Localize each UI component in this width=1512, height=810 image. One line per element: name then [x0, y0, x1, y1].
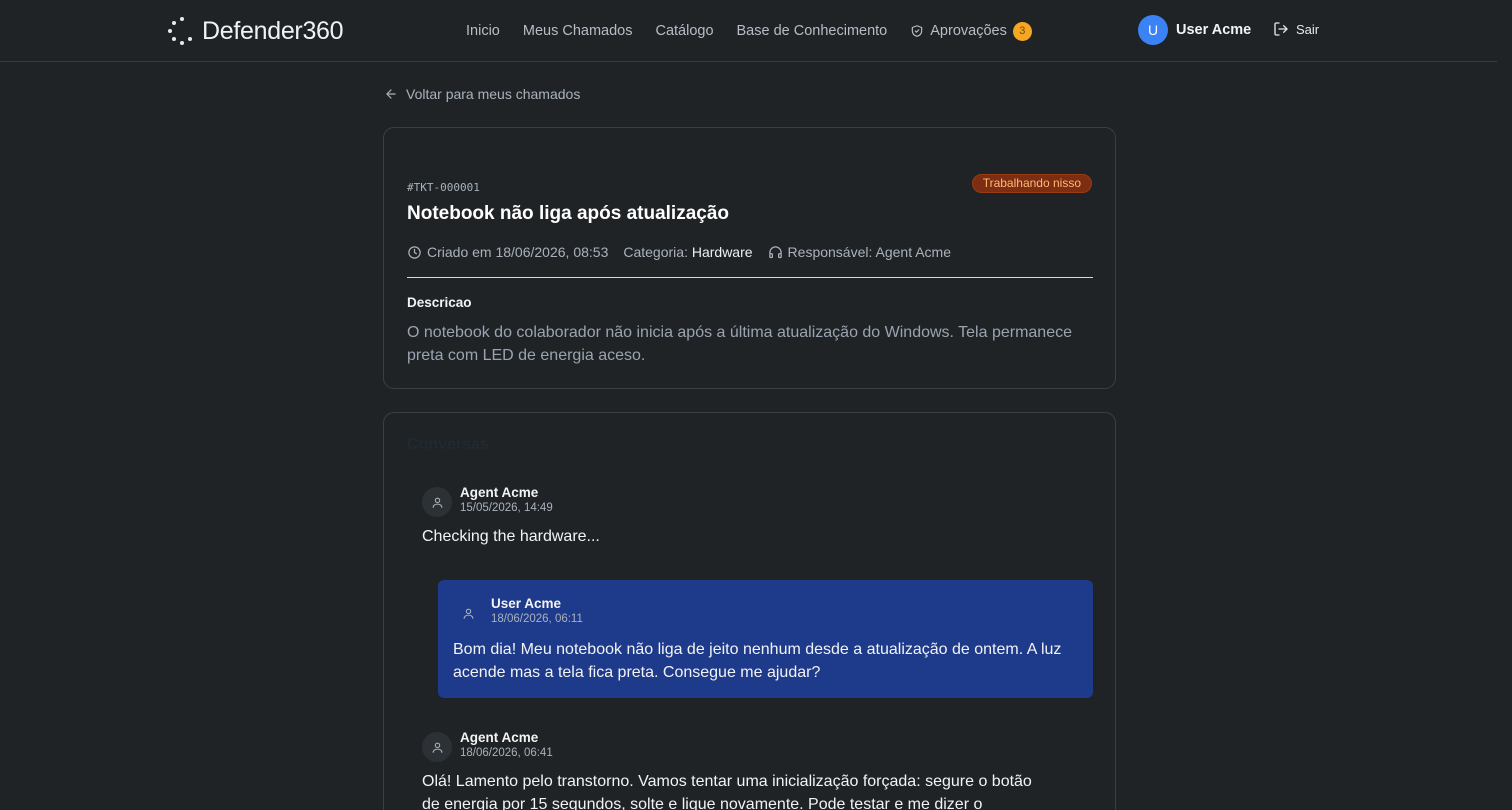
- nav-item-aprovacoes[interactable]: Aprovações 3: [910, 21, 1032, 41]
- top-navigation-bar: Defender360 Inicio Meus Chamados Catálog…: [0, 0, 1497, 62]
- message-author: Agent Acme: [460, 730, 539, 745]
- message-author: Agent Acme: [460, 485, 539, 500]
- headset-icon: [768, 245, 782, 258]
- message-text: Checking the hardware...: [422, 528, 600, 545]
- message-header: Agent Acme 15/05/2026, 14:49: [422, 485, 1062, 517]
- logo-dots-icon: [168, 17, 196, 45]
- main-nav: Inicio Meus Chamados Catálogo Base de Co…: [466, 0, 1055, 62]
- logout-icon: [1274, 22, 1288, 36]
- user-icon: [422, 732, 452, 762]
- user-name: User Acme: [1176, 22, 1252, 38]
- user-icon: [422, 487, 452, 517]
- ticket-id: #TKT-000001: [407, 181, 480, 194]
- ticket-description: O notebook do colaborador não inicia apó…: [407, 324, 1072, 364]
- brand-logo[interactable]: Defender360: [168, 14, 344, 48]
- conversation-card: Conversas Agent Acme 15/05/2026, 14:49 C…: [383, 412, 1116, 810]
- message-time: 18/06/2026, 06:11: [491, 613, 583, 625]
- ticket-assignee: Responsável: Agent Acme: [787, 244, 951, 260]
- nav-item-meus-chamados[interactable]: Meus Chamados: [523, 23, 633, 39]
- message-author: User Acme: [491, 596, 562, 611]
- arrow-left-icon: [386, 89, 396, 99]
- back-link-label: Voltar para meus chamados: [406, 86, 581, 102]
- ticket-created: Criado em 18/06/2026, 08:53: [427, 244, 609, 260]
- message-text: Bom dia! Meu notebook não liga de jeito …: [453, 641, 1062, 681]
- divider: [407, 277, 1093, 278]
- logout-label: Sair: [1296, 21, 1320, 37]
- description-heading: Descricao: [407, 295, 472, 310]
- nav-item-catalogo[interactable]: Catálogo: [655, 23, 713, 39]
- ticket-category-value: Hardware: [691, 244, 753, 260]
- shield-check-icon: [912, 25, 923, 37]
- user-menu[interactable]: U User Acme: [1138, 15, 1251, 45]
- message-time: 15/05/2026, 14:49: [460, 502, 553, 514]
- message-header: User Acme 18/06/2026, 06:11: [453, 596, 583, 628]
- clock-icon: [408, 245, 421, 259]
- message-time: 18/06/2026, 06:41: [460, 747, 553, 759]
- ticket-title: Notebook não liga após atualização: [407, 203, 730, 224]
- nav-item-base-conhecimento[interactable]: Base de Conhecimento: [737, 23, 888, 39]
- logout-button[interactable]: Sair: [1273, 21, 1319, 37]
- brand-name: Defender360: [202, 16, 344, 45]
- conversation-heading: Conversas: [407, 436, 489, 453]
- message-header: Agent Acme 18/06/2026, 06:41: [422, 730, 1062, 762]
- avatar: U: [1138, 15, 1168, 45]
- back-to-tickets-link[interactable]: Voltar para meus chamados: [384, 86, 580, 102]
- nav-item-inicio[interactable]: Inicio: [466, 23, 500, 39]
- user-icon: [453, 598, 483, 628]
- message-text: Olá! Lamento pelo transtorno. Vamos tent…: [422, 773, 1032, 810]
- message-agent: Agent Acme 15/05/2026, 14:49 Checking th…: [422, 485, 1062, 548]
- message-agent: Agent Acme 18/06/2026, 06:41 Olá! Lament…: [422, 730, 1062, 810]
- ticket-meta: Criado em 18/06/2026, 08:53 Categoria: H…: [407, 244, 951, 260]
- message-user: User Acme 18/06/2026, 06:11 Bom dia! Meu…: [438, 580, 1093, 698]
- status-badge: Trabalhando nisso: [971, 174, 1092, 193]
- nav-item-aprovacoes-label: Aprovações: [930, 23, 1007, 39]
- ticket-category-label: Categoria:: [623, 244, 688, 260]
- ticket-details-card: #TKT-000001 Trabalhando nisso Notebook n…: [383, 127, 1116, 389]
- approvals-count-badge: 3: [1012, 21, 1032, 41]
